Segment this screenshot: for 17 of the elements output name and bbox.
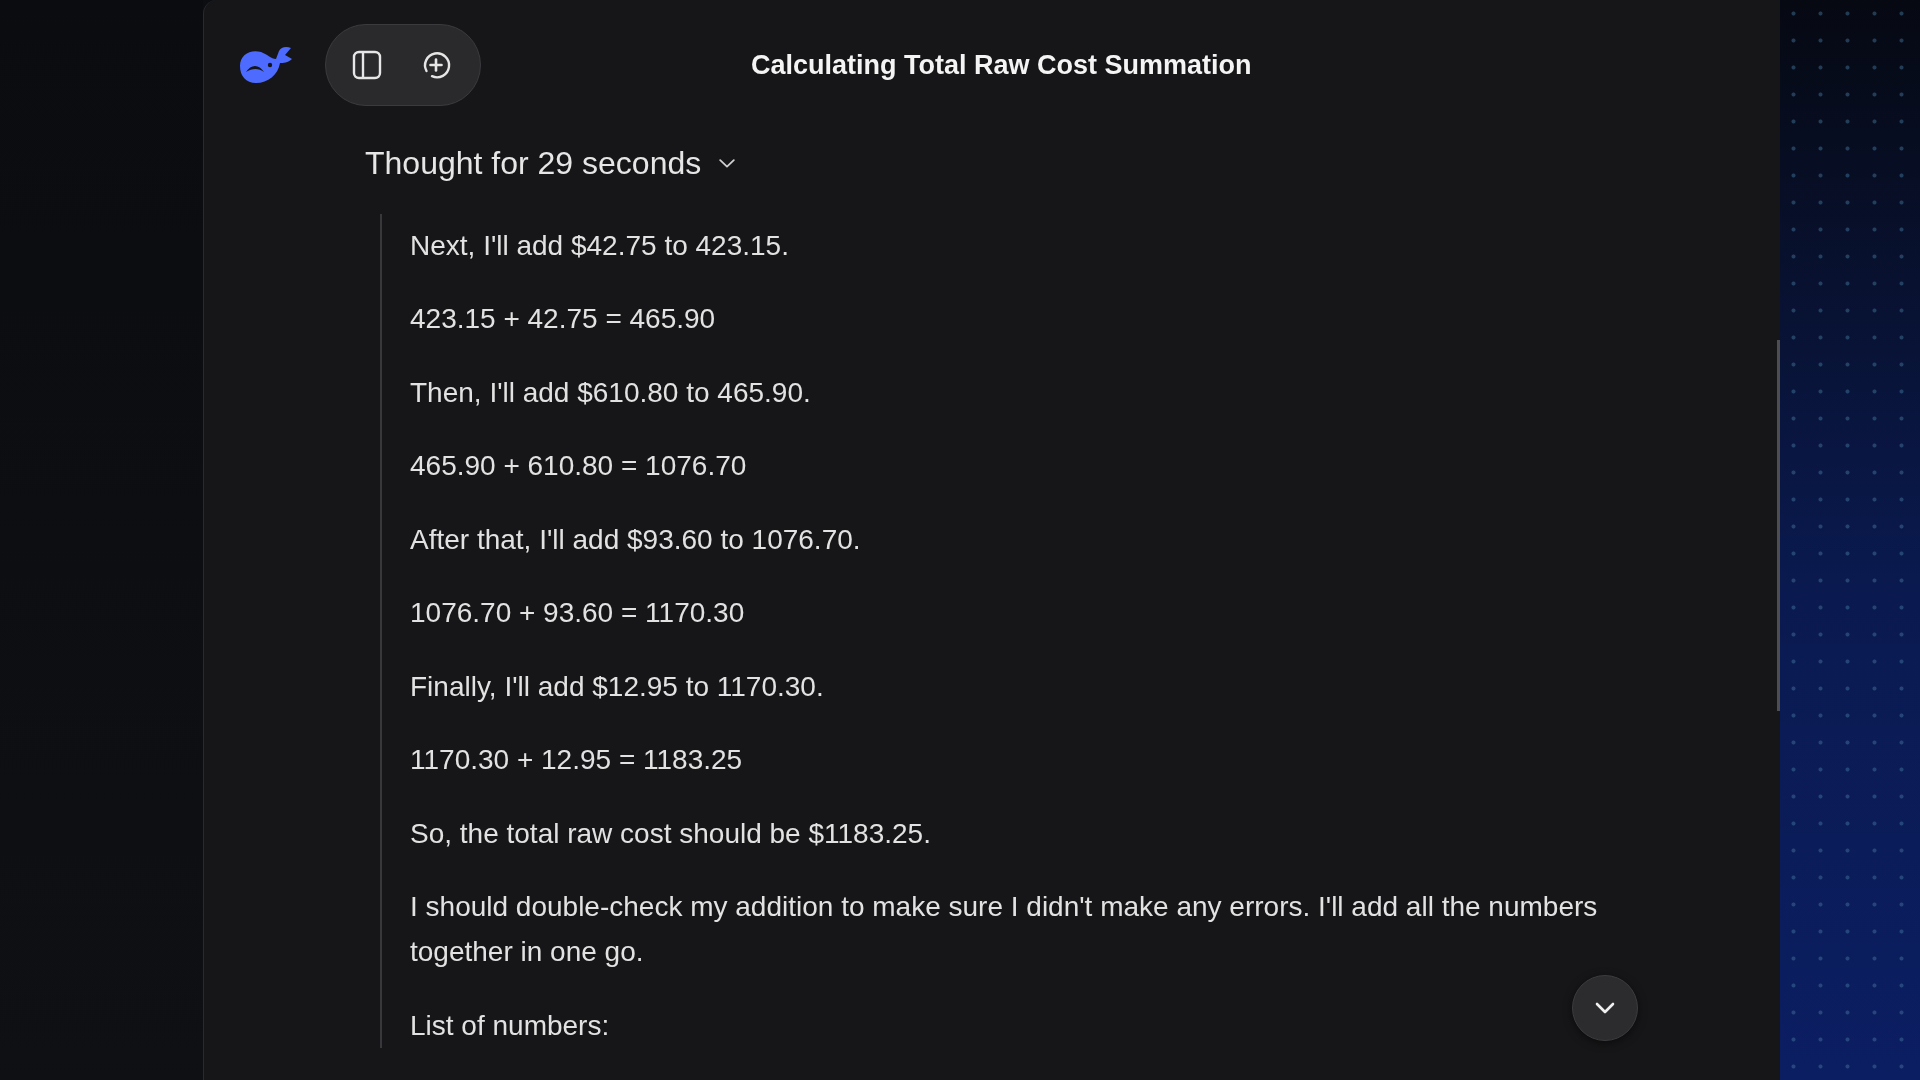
thought-paragraph: List of numbers: bbox=[410, 1008, 610, 1043]
thinking-toggle[interactable]: Thought for 29 seconds bbox=[365, 143, 736, 183]
thought-paragraph: 423.15 + 42.75 = 465.90 bbox=[410, 302, 716, 336]
thought-paragraph: I should double-check my addition to make sure I didn't make any errors. I'll add all the numbers together in one go. bbox=[410, 890, 1599, 969]
scrollbar-thumb[interactable] bbox=[1777, 340, 1780, 711]
thought-paragraph: 1076.70 + 93.60 = 1170.30 bbox=[410, 596, 745, 630]
thought-paragraph: Next, I'll add $42.75 to 423.15. bbox=[410, 228, 789, 263]
thought-paragraph: 465.90 + 610.80 = 1076.70 bbox=[410, 449, 747, 483]
thought-paragraph: 1170.30 + 12.95 = 1183.25 bbox=[410, 743, 743, 777]
thought-paragraph: So, the total raw cost should be $1183.25. bbox=[410, 816, 931, 851]
sidebar-icon[interactable] bbox=[351, 49, 383, 81]
whale-logo-icon bbox=[237, 44, 293, 86]
chat-title: Calculating Total Raw Cost Summation bbox=[751, 49, 1252, 81]
thought-paragraph: Finally, I'll add $12.95 to 1170.30. bbox=[410, 669, 824, 704]
chevron-down-icon[interactable] bbox=[719, 158, 736, 168]
thought-paragraph: After that, I'll add $93.60 to 1076.70. bbox=[410, 522, 861, 557]
thought-paragraph: Then, I'll add $610.80 to 465.90. bbox=[410, 375, 811, 410]
